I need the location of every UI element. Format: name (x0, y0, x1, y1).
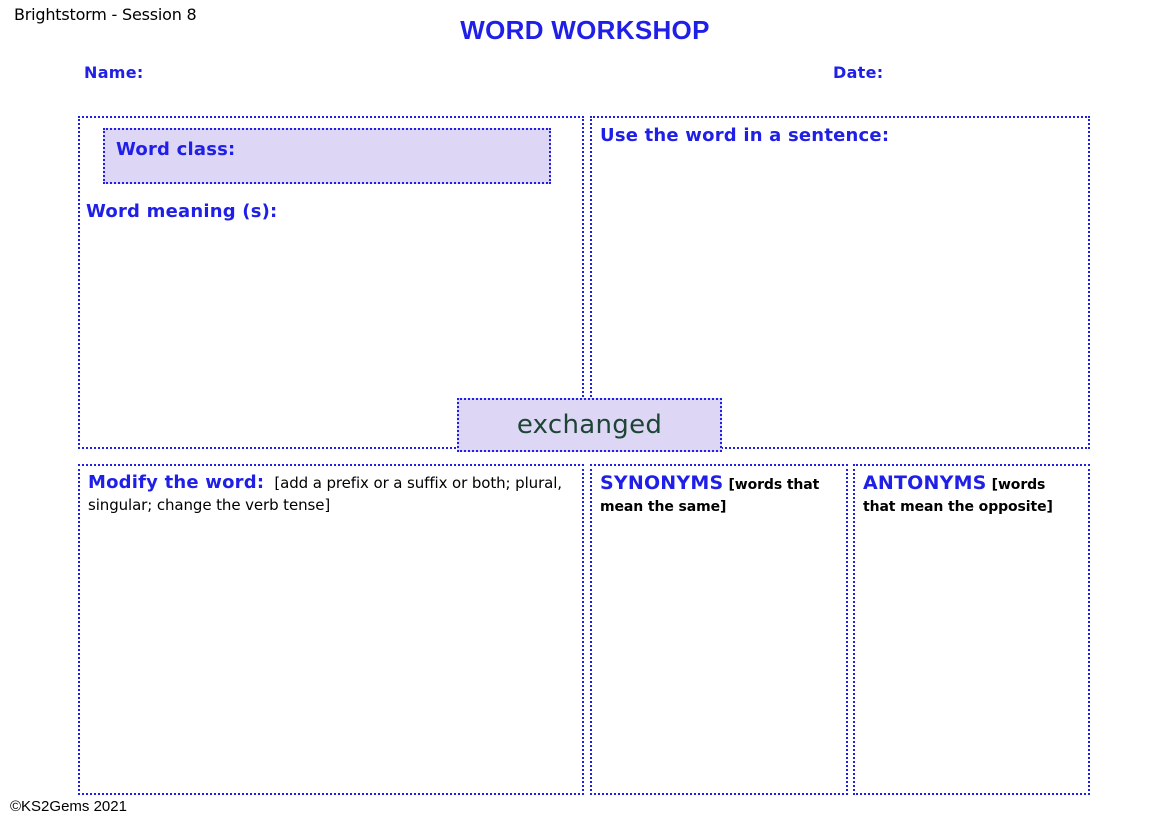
word-class-label: Word class: (116, 139, 235, 160)
sentence-label: Use the word in a sentence: (600, 125, 889, 146)
antonyms-heading: ANTONYMS [words that mean the opposite] (863, 472, 1082, 516)
modify-heading: Modify the word: [add a prefix or a suff… (88, 472, 576, 515)
footer-copyright: ©KS2Gems 2021 (10, 798, 127, 815)
page-title: WORD WORKSHOP (0, 15, 1170, 46)
antonyms-panel[interactable]: ANTONYMS [words that mean the opposite] (853, 464, 1090, 795)
antonyms-label: ANTONYMS (863, 472, 987, 494)
word-meaning-label: Word meaning (s): (86, 201, 277, 222)
name-field-label: Name: (84, 63, 144, 82)
focus-word-box: exchanged (457, 398, 722, 452)
synonyms-heading: SYNONYMS [words that mean the same] (600, 472, 840, 516)
synonyms-panel[interactable]: SYNONYMS [words that mean the same] (590, 464, 848, 795)
synonyms-label: SYNONYMS (600, 472, 723, 494)
date-field-label: Date: (833, 63, 883, 82)
focus-word-text: exchanged (459, 400, 720, 450)
modify-word-panel[interactable]: Modify the word: [add a prefix or a suff… (78, 464, 584, 795)
word-class-box[interactable]: Word class: (103, 128, 551, 184)
modify-label: Modify the word: (88, 472, 264, 493)
